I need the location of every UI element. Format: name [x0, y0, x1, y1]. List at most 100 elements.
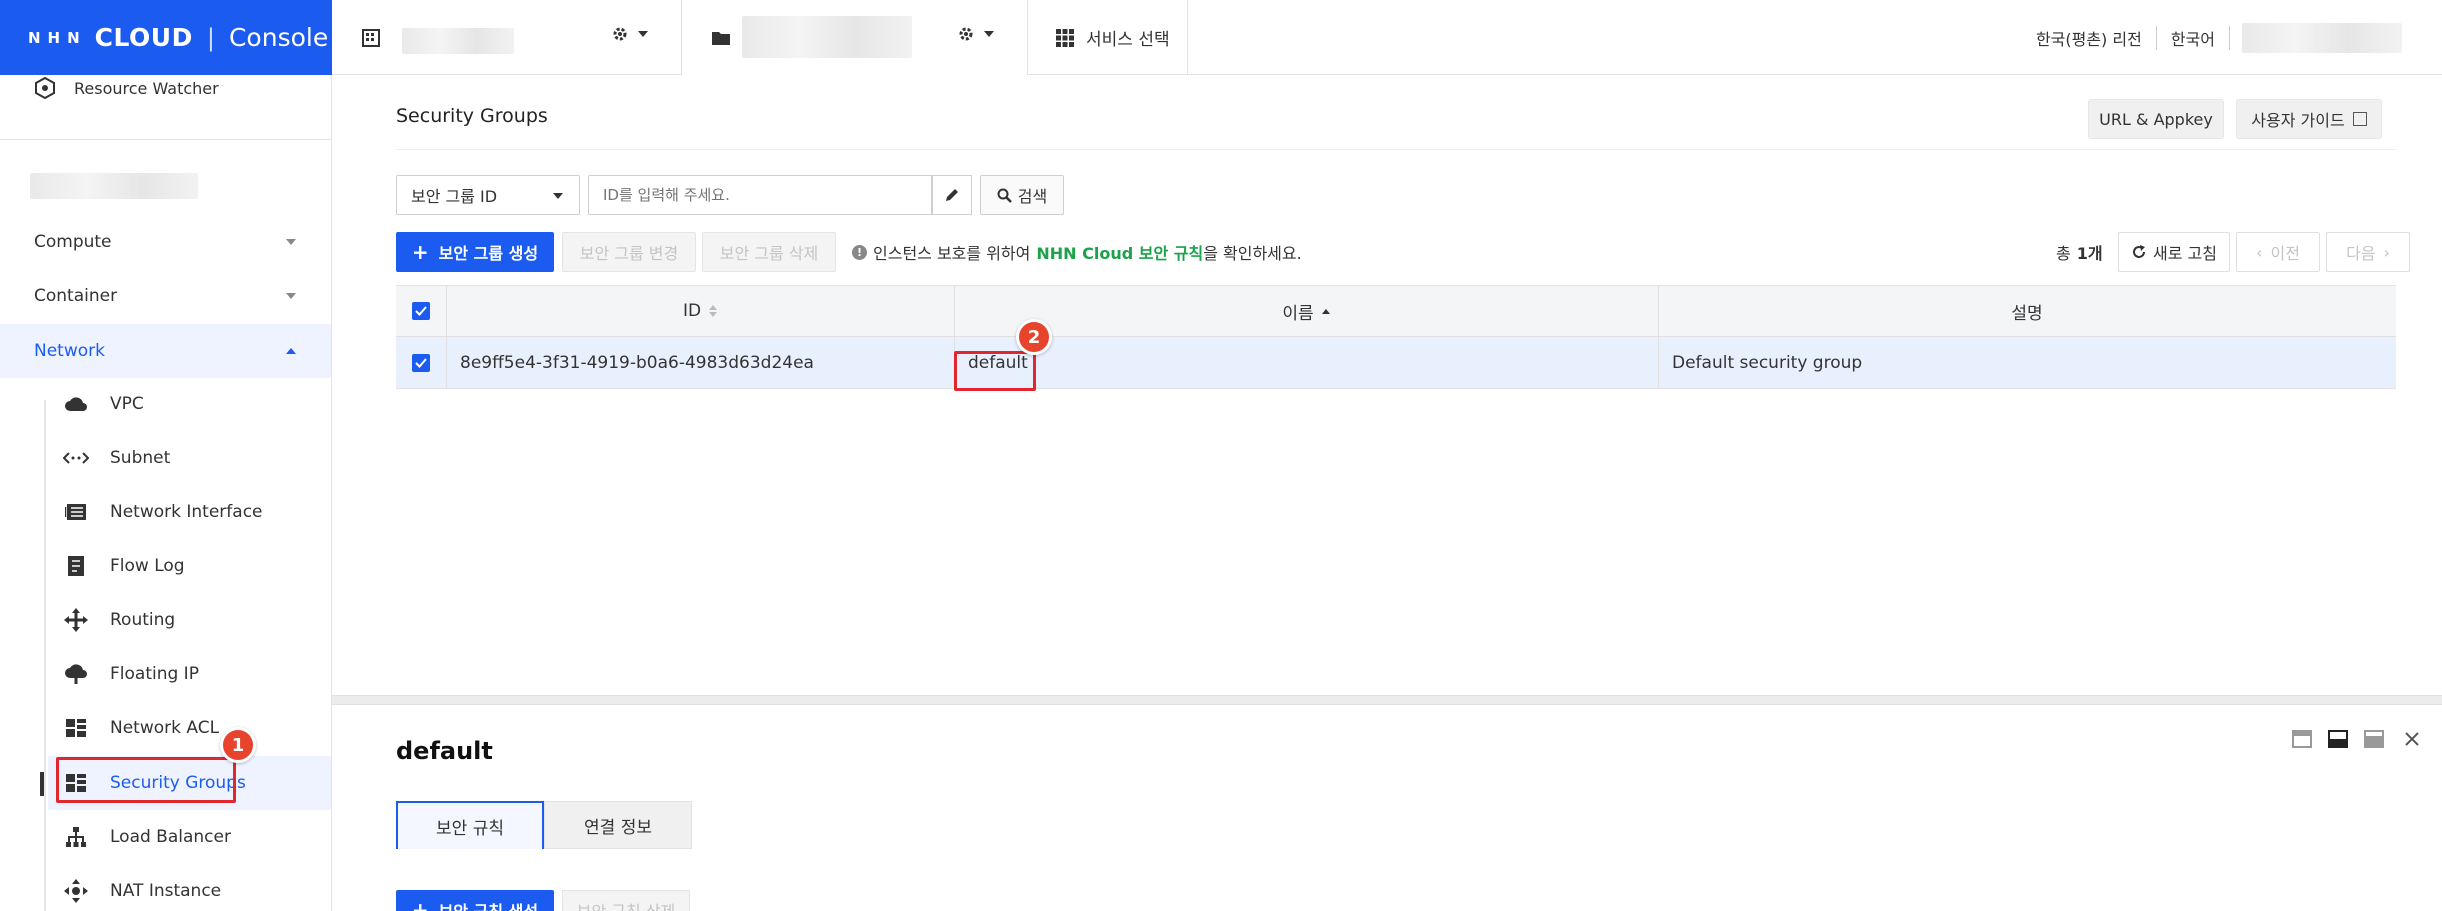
sidebar-item-resource-watcher[interactable]: Resource Watcher — [34, 75, 219, 101]
sidebar-item-label: Resource Watcher — [74, 78, 219, 98]
layout-half-icon[interactable] — [2328, 730, 2348, 748]
create-security-group-button[interactable]: + 보안 그룹 생성 — [396, 232, 554, 272]
chevron-right-icon: › — [2383, 242, 2390, 262]
url-appkey-button[interactable]: URL & Appkey — [2088, 99, 2224, 139]
refresh-label: 새로 고침 — [2153, 244, 2217, 263]
create-security-rule-button[interactable]: + 보안 규칙 생성 — [396, 890, 554, 911]
sidebar-item-label: VPC — [110, 394, 144, 414]
info-icon: ! — [852, 244, 867, 260]
close-icon[interactable] — [2404, 731, 2420, 747]
sidebar-item-nat-instance[interactable]: NAT Instance — [48, 864, 331, 911]
tab-security-rules[interactable]: 보안 규칙 — [396, 801, 544, 849]
top-right-menu: 한국(평촌) 리전 한국어 — [2036, 0, 2442, 75]
sidebar-item-label: Network Interface — [110, 502, 263, 522]
create-rule-label: 보안 규칙 생성 — [439, 898, 538, 911]
table-header: ID 이름 설명 — [396, 285, 2396, 337]
search-label: 검색 — [1017, 187, 1048, 206]
sidebar-item-load-balancer[interactable]: Load Balancer — [48, 810, 331, 864]
subnet-icon — [62, 444, 90, 472]
row-checkbox[interactable] — [396, 337, 446, 388]
organization-label-redacted — [30, 173, 198, 199]
sort-icon — [709, 305, 718, 317]
category-label: Network — [34, 341, 105, 361]
nat-instance-icon — [62, 877, 90, 905]
user-account-redacted[interactable] — [2242, 22, 2402, 53]
gear-icon — [959, 27, 973, 41]
language-selector[interactable]: 한국어 — [2157, 25, 2230, 50]
page-title: Security Groups — [396, 105, 548, 127]
active-indicator — [40, 772, 44, 796]
column-header-id[interactable]: ID — [446, 286, 954, 336]
routing-icon — [62, 606, 90, 634]
notice-text-pre: 인스턴스 보호를 위하여 — [873, 244, 1031, 263]
chevron-down-icon — [286, 293, 296, 299]
organization-selector[interactable] — [332, 0, 682, 75]
highlight-box-default — [954, 351, 1036, 391]
cell-id: 8e9ff5e4-3f31-4919-b0a6-4983d63d24ea — [460, 352, 814, 373]
detail-title: default — [396, 737, 493, 765]
user-guide-button[interactable]: 사용자 가이드 — [2236, 99, 2382, 139]
tab-connection-info[interactable]: 연결 정보 — [544, 801, 692, 849]
sidebar-item-vpc[interactable]: VPC — [48, 377, 331, 431]
sidebar-item-routing[interactable]: Routing — [48, 593, 331, 647]
logo-separator: | — [206, 23, 215, 52]
step-badge-2: 2 — [1016, 319, 1052, 355]
sidebar-item-flow-log[interactable]: Flow Log — [48, 539, 331, 593]
region-selector[interactable]: 한국(평촌) 리전 — [2036, 25, 2157, 50]
top-bar: NHN CLOUD | Console 서비스 선택 한국(평촌) 리전 한국어 — [0, 0, 2442, 75]
sidebar-item-label: Load Balancer — [110, 827, 231, 847]
security-rules-link[interactable]: NHN Cloud 보안 규칙 — [1036, 240, 1203, 264]
sidebar-category-network[interactable]: Network — [0, 324, 331, 378]
next-page-button[interactable]: 다음 › — [2326, 232, 2410, 272]
search-button[interactable]: 검색 — [980, 175, 1064, 215]
cloud-icon — [62, 390, 90, 418]
layout-top-icon[interactable] — [2292, 730, 2312, 748]
table-row[interactable]: 8e9ff5e4-3f31-4919-b0a6-4983d63d24ea def… — [396, 337, 2396, 389]
refresh-button[interactable]: 새로 고침 — [2118, 232, 2230, 272]
sidebar-item-label: Subnet — [110, 448, 171, 468]
chevron-down-icon — [984, 31, 994, 37]
organization-settings-dropdown[interactable] — [612, 26, 648, 42]
logo-console: Console — [228, 23, 329, 52]
sidebar-category-container[interactable]: Container — [0, 269, 331, 323]
sidebar-item-subnet[interactable]: Subnet — [48, 431, 331, 485]
delete-security-rule-button[interactable]: 보안 규칙 삭제 — [562, 890, 690, 911]
load-balancer-icon — [62, 823, 90, 851]
sidebar-item-label: Network ACL — [110, 718, 220, 738]
sidebar-category-compute[interactable]: Compute — [0, 215, 331, 269]
column-header-description: 설명 — [1658, 286, 2396, 336]
panel-layout-controls — [2292, 730, 2420, 748]
layout-bottom-icon[interactable] — [2364, 730, 2384, 748]
chevron-down-icon — [553, 193, 563, 199]
chevron-down-icon — [638, 31, 648, 37]
service-select-button[interactable]: 서비스 선택 — [1028, 0, 1188, 75]
modify-security-group-button[interactable]: 보안 그룹 변경 — [562, 232, 696, 272]
sort-ascending-icon — [1321, 308, 1330, 314]
sidebar-item-floating-ip[interactable]: Floating IP — [48, 647, 331, 701]
external-link-icon — [2352, 112, 2367, 126]
column-header-name[interactable]: 이름 — [954, 286, 1658, 336]
project-name-redacted — [742, 16, 912, 58]
edit-filter-button[interactable] — [932, 175, 972, 215]
sidebar-item-network-acl[interactable]: Network ACL — [48, 701, 331, 755]
prev-label: 이전 — [2270, 244, 2300, 263]
project-selector[interactable] — [682, 0, 1028, 75]
sidebar-item-network-interface[interactable]: Network Interface — [48, 485, 331, 539]
delete-security-group-button[interactable]: 보안 그룹 삭제 — [702, 232, 836, 272]
filter-type-select[interactable]: 보안 그룹 ID — [396, 175, 580, 215]
select-all-checkbox[interactable] — [396, 286, 446, 336]
total-count: 총 1개 — [2056, 232, 2103, 272]
sidebar-divider — [0, 139, 331, 140]
sidebar-item-label: Floating IP — [110, 664, 199, 684]
check-icon — [412, 302, 430, 320]
panel-resize-handle[interactable] — [332, 695, 2442, 705]
category-label: Compute — [34, 232, 112, 252]
project-settings-dropdown[interactable] — [958, 26, 994, 42]
search-input[interactable] — [588, 175, 932, 215]
flow-log-icon — [62, 552, 90, 580]
logo[interactable]: NHN CLOUD | Console — [0, 0, 332, 75]
check-icon — [412, 353, 430, 372]
chevron-down-icon — [286, 239, 296, 245]
prev-page-button[interactable]: ‹ 이전 — [2236, 232, 2320, 272]
security-notice: ! 인스턴스 보호를 위하여 NHN Cloud 보안 규칙 을 확인하세요. — [852, 232, 1302, 272]
